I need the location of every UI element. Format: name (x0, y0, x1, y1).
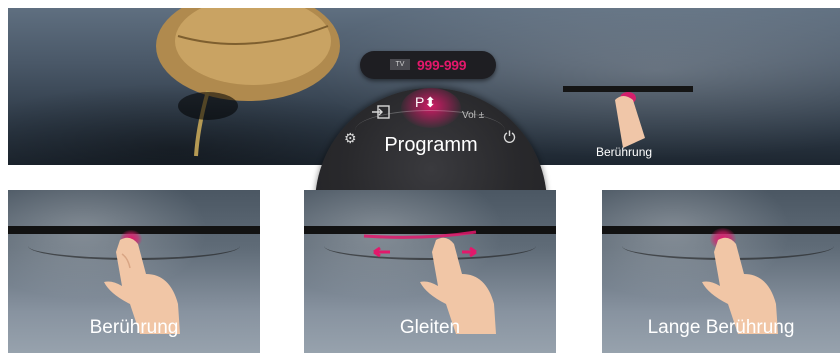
input-icon[interactable] (372, 105, 390, 119)
source-tag: TV (390, 59, 410, 70)
dial-center-label: Programm (384, 134, 478, 156)
gesture-card-slide: Gleiten (304, 190, 556, 353)
banner-touch-label: Berührung (596, 145, 653, 159)
channel-indicator: TV 999-999 (360, 51, 496, 79)
power-icon[interactable] (503, 130, 516, 143)
gesture-card-long-touch: Lange Berührung (602, 190, 840, 353)
channel-number: 999-999 (417, 57, 467, 73)
gesture-card-touch: Berührung (8, 190, 260, 353)
volume-button[interactable]: Vol ± (462, 110, 484, 121)
leaf-image (156, 8, 340, 157)
gesture-label: Lange Berührung (647, 317, 795, 338)
gesture-label: Gleiten (399, 317, 461, 338)
settings-gear-icon[interactable]: ⚙ (344, 130, 357, 147)
program-button[interactable]: P⬍ (415, 94, 436, 111)
gesture-label: Berührung (89, 317, 179, 338)
